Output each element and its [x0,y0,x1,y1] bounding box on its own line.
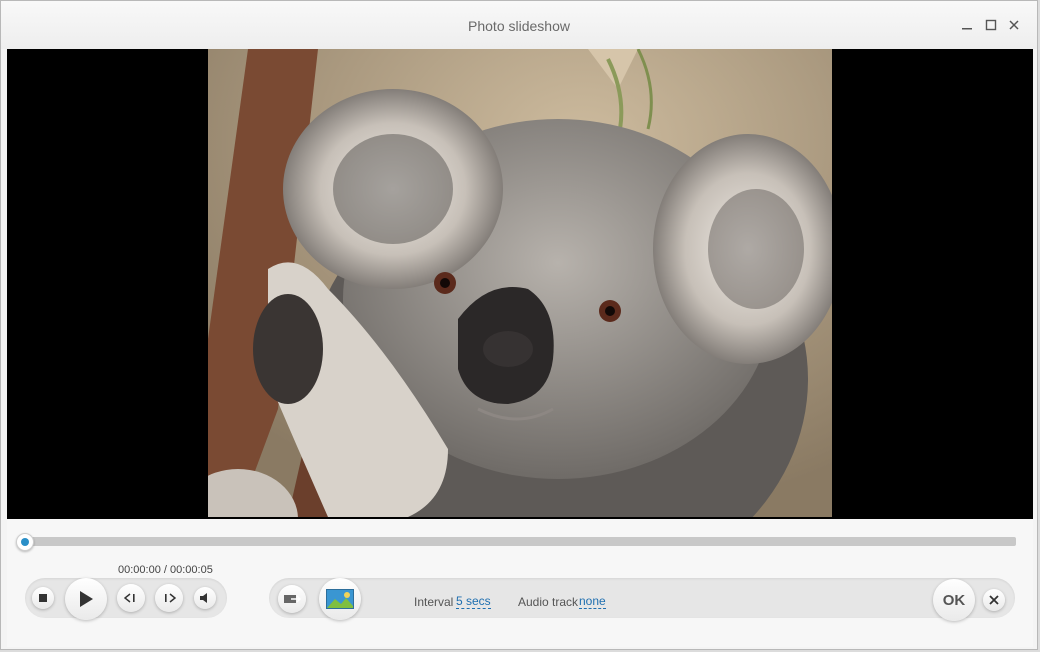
photo-viewer [7,49,1033,519]
maximize-icon [985,19,997,31]
stop-button[interactable] [32,587,54,609]
cancel-button[interactable] [983,589,1005,611]
previous-icon [124,593,135,603]
volume-icon [200,593,207,603]
maximize-button[interactable] [982,17,1000,35]
seek-thumb[interactable] [16,533,34,551]
next-button[interactable] [155,584,183,612]
slideshow-photo [208,49,832,517]
thumbnail-button[interactable] [319,578,361,620]
seek-bar[interactable] [17,537,1016,546]
time-display: 00:00:00 / 00:00:05 [118,564,213,576]
play-icon [80,591,93,607]
slideshow-window: Photo slideshow 00:00:00 / 00:00:05 Inte… [0,0,1038,650]
interval-label: Interval [414,595,454,609]
add-photos-icon [284,595,301,603]
interval-value-link[interactable]: 5 secs [456,595,491,609]
playback-controls [25,578,227,620]
controls-area: 00:00:00 / 00:00:05 Interval 5 secs Audi… [7,519,1033,647]
volume-button[interactable] [194,587,216,609]
minimize-icon [962,28,972,30]
audio-track-value-link[interactable]: none [579,595,606,609]
settings-panel [269,578,1015,620]
title-bar[interactable]: Photo slideshow [1,1,1037,49]
stop-icon [39,594,47,602]
cancel-icon [989,595,999,605]
previous-button[interactable] [117,584,145,612]
close-icon [1009,20,1019,30]
window-title: Photo slideshow [468,18,570,34]
play-button[interactable] [65,578,107,620]
ok-button[interactable]: OK [933,579,975,621]
thumbnail-icon [326,589,354,609]
minimize-button[interactable] [958,17,976,35]
audio-track-label: Audio track [518,595,579,609]
add-photos-button[interactable] [278,585,306,613]
next-icon [165,593,176,603]
close-button[interactable] [1005,17,1023,35]
